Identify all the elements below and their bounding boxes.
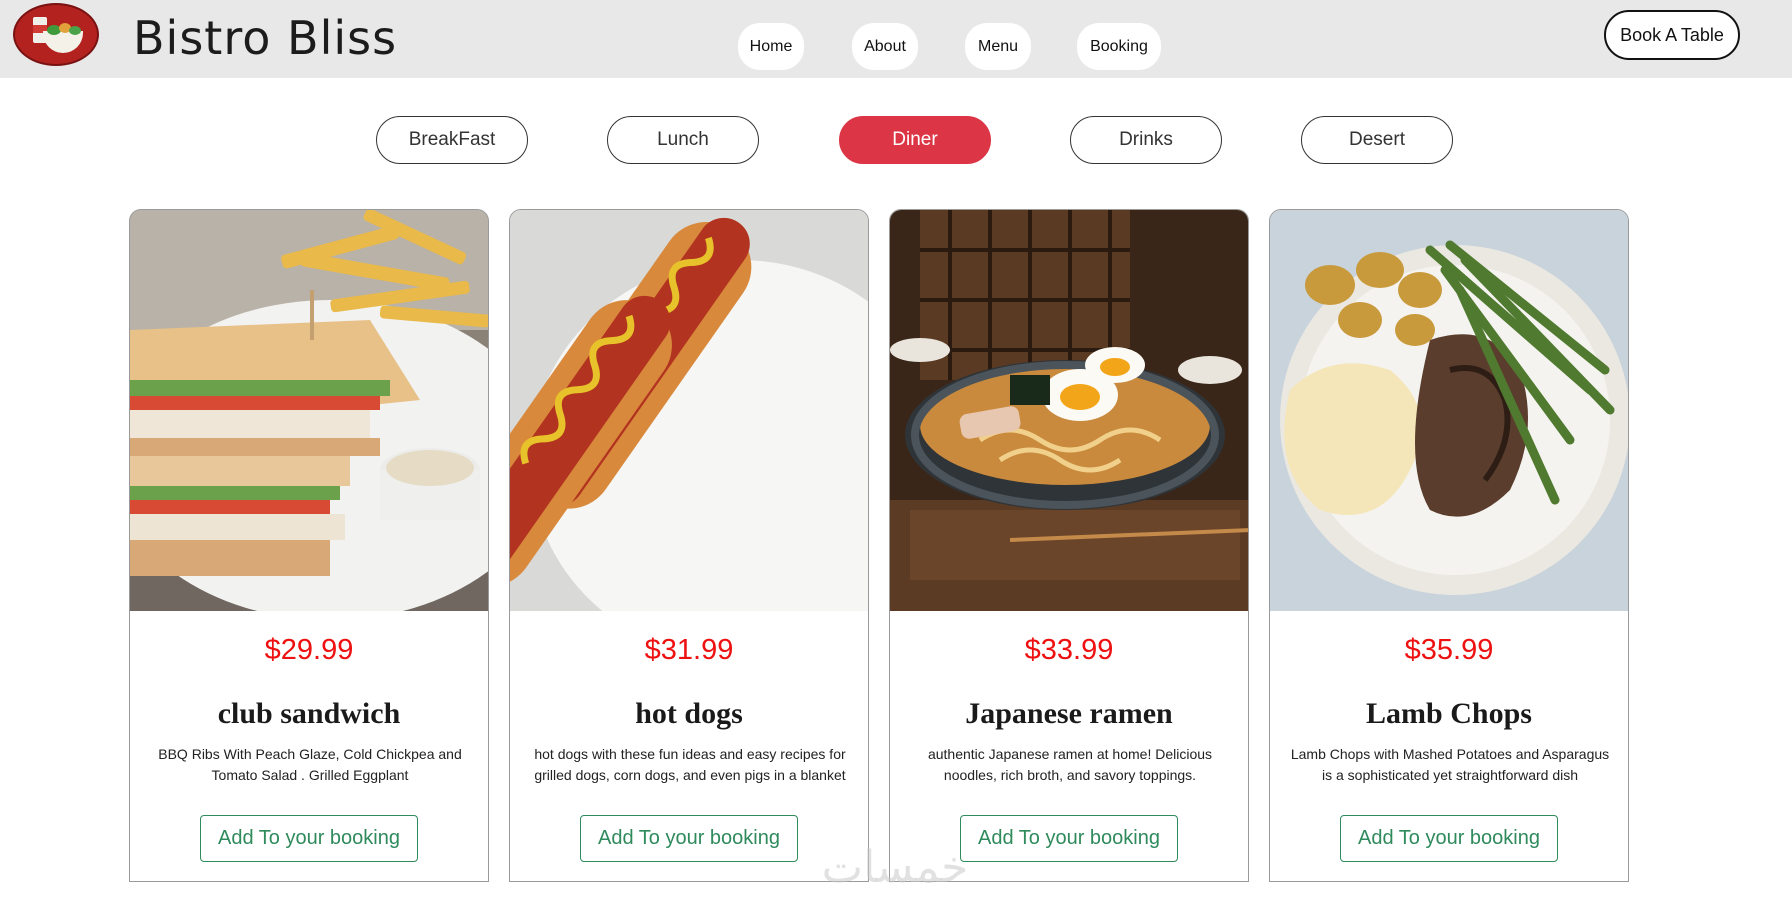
item-price: $35.99 [1404, 634, 1494, 666]
item-description: hot dogs with these fun ideas and easy r… [534, 746, 846, 783]
item-name: Lamb Chops [1366, 697, 1532, 730]
tab-lunch[interactable]: Lunch [607, 116, 759, 164]
item-name: club sandwich [217, 697, 401, 730]
menu-card: $35.99 Lamb Chops Lamb Chops with Mashed… [1269, 209, 1629, 882]
nav-about[interactable]: About [852, 23, 918, 70]
brand-name[interactable]: Bistro Bliss [133, 11, 397, 65]
salad-bowl-logo-icon[interactable] [13, 3, 99, 66]
japanese-ramen-image [890, 210, 1248, 611]
club-sandwich-image [130, 210, 488, 611]
lamb-chops-image [1270, 210, 1628, 611]
top-navbar: Bistro Bliss Home About Menu Booking Boo… [0, 0, 1792, 78]
item-description: authentic Japanese ramen at home! Delici… [927, 746, 1213, 783]
item-description: BBQ Ribs With Peach Glaze, Cold Chickpea… [158, 746, 462, 783]
nav-menu[interactable]: Menu [965, 23, 1031, 70]
book-a-table-button[interactable]: Book A Table [1604, 10, 1740, 60]
item-name: hot dogs [635, 697, 743, 730]
add-to-booking-button[interactable]: Add To your booking [580, 815, 798, 862]
add-to-booking-button[interactable]: Add To your booking [1340, 815, 1558, 862]
add-to-booking-button[interactable]: Add To your booking [200, 815, 418, 862]
menu-card: $31.99 hot dogs hot dogs with these fun … [509, 209, 869, 882]
item-price: $31.99 [644, 634, 734, 666]
menu-card: $29.99 club sandwich BBQ Ribs With Peach… [129, 209, 489, 882]
watermark: خمسات [821, 842, 969, 893]
item-description: Lamb Chops with Mashed Potatoes and Aspa… [1290, 746, 1610, 783]
hot-dogs-image [510, 210, 868, 611]
tab-drinks[interactable]: Drinks [1070, 116, 1222, 164]
item-name: Japanese ramen [965, 697, 1173, 730]
nav-booking[interactable]: Booking [1077, 23, 1161, 70]
item-price: $29.99 [264, 634, 354, 666]
item-price: $33.99 [1024, 634, 1114, 666]
menu-card: $33.99 Japanese ramen authentic Japanese… [889, 209, 1249, 882]
tab-desert[interactable]: Desert [1301, 116, 1453, 164]
nav-home[interactable]: Home [738, 23, 804, 70]
tab-diner[interactable]: Diner [839, 116, 991, 164]
tab-breakfast[interactable]: BreakFast [376, 116, 528, 164]
